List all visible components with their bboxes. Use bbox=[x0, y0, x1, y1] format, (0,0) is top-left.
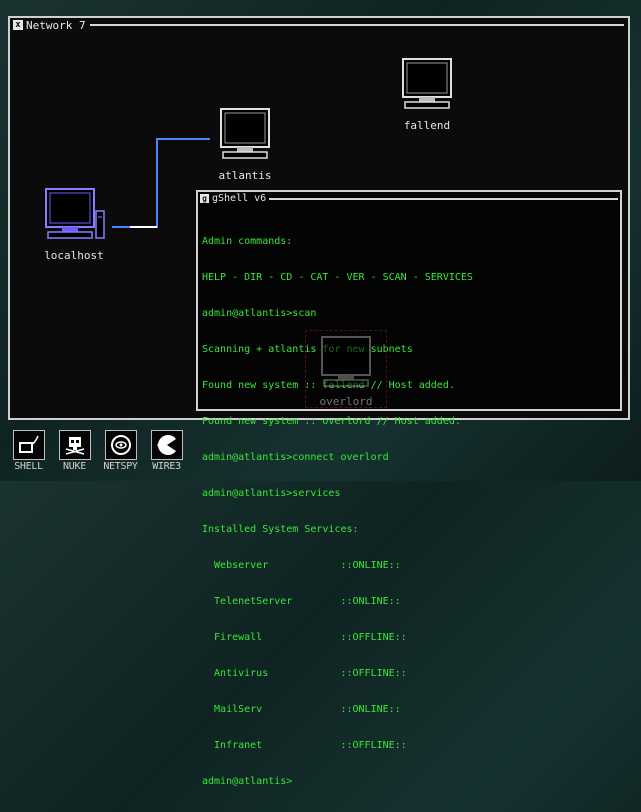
titlebar-rule bbox=[269, 197, 618, 200]
dock-item-shell[interactable]: SHELL bbox=[10, 430, 47, 472]
node-label: localhost bbox=[44, 249, 104, 262]
shell-prompt[interactable]: admin@atlantis> bbox=[202, 776, 616, 788]
nuke-icon bbox=[65, 437, 84, 455]
computer-icon bbox=[45, 188, 105, 239]
shell-line: admin@atlantis>connect overlord bbox=[202, 452, 389, 463]
shell-line: TelenetServer ::ONLINE:: bbox=[202, 596, 401, 607]
computer-icon bbox=[321, 336, 371, 387]
dock-label: NETSPY bbox=[103, 461, 138, 472]
shell-titlebar[interactable]: g gShell v6 bbox=[198, 192, 620, 205]
shell-window[interactable]: g gShell v6 Admin commands: HELP - DIR -… bbox=[196, 190, 622, 787]
shell-output[interactable]: Admin commands: HELP - DIR - CD - CAT - … bbox=[202, 212, 616, 787]
shell-line: MailServ ::ONLINE:: bbox=[202, 704, 401, 715]
node-atlantis[interactable]: atlantis bbox=[212, 107, 278, 182]
dock-item-wire3[interactable]: WIRE3 bbox=[148, 430, 185, 472]
dock-item-nuke[interactable]: NUKE bbox=[56, 430, 93, 472]
shell-line: Scanning + atlantis for new subnets bbox=[202, 344, 413, 355]
program-dock: SHELL NUKE NETSPY WIRE3 bbox=[10, 430, 185, 472]
shell-line: Webserver ::ONLINE:: bbox=[202, 560, 401, 571]
node-overlord[interactable]: overlord bbox=[305, 330, 387, 408]
node-label: fallend bbox=[403, 119, 451, 132]
netspy-icon bbox=[110, 435, 131, 455]
node-label: overlord bbox=[319, 395, 373, 408]
computer-icon bbox=[220, 108, 270, 159]
shell-line: Found new system :: fallend // Host adde… bbox=[202, 380, 455, 391]
shell-line: admin@atlantis>services bbox=[202, 488, 341, 499]
shell-line: Antivirus ::OFFLINE:: bbox=[202, 668, 407, 679]
shell-line: Infranet ::OFFLINE:: bbox=[202, 740, 407, 751]
dock-label: SHELL bbox=[14, 461, 43, 472]
shell-close-icon[interactable]: g bbox=[200, 194, 209, 203]
shell-line: HELP - DIR - CD - CAT - VER - SCAN - SER… bbox=[202, 272, 473, 283]
dock-label: NUKE bbox=[63, 461, 86, 472]
computer-icon bbox=[402, 58, 452, 109]
shell-line: admin@atlantis>scan bbox=[202, 308, 317, 319]
wire-icon bbox=[156, 435, 176, 455]
shell-line: Found new system :: overlord // Host add… bbox=[202, 416, 461, 427]
shell-icon bbox=[18, 435, 39, 453]
dock-item-netspy[interactable]: NETSPY bbox=[102, 430, 139, 472]
shell-line: Installed System Services: bbox=[202, 524, 359, 535]
dock-label: WIRE3 bbox=[152, 461, 181, 472]
node-localhost[interactable]: localhost bbox=[38, 187, 110, 262]
node-fallend[interactable]: fallend bbox=[394, 57, 460, 132]
shell-line: Firewall ::OFFLINE:: bbox=[202, 632, 407, 643]
shell-line: Admin commands: bbox=[202, 236, 293, 247]
shell-title: gShell v6 bbox=[212, 193, 267, 204]
node-label: atlantis bbox=[218, 169, 272, 182]
